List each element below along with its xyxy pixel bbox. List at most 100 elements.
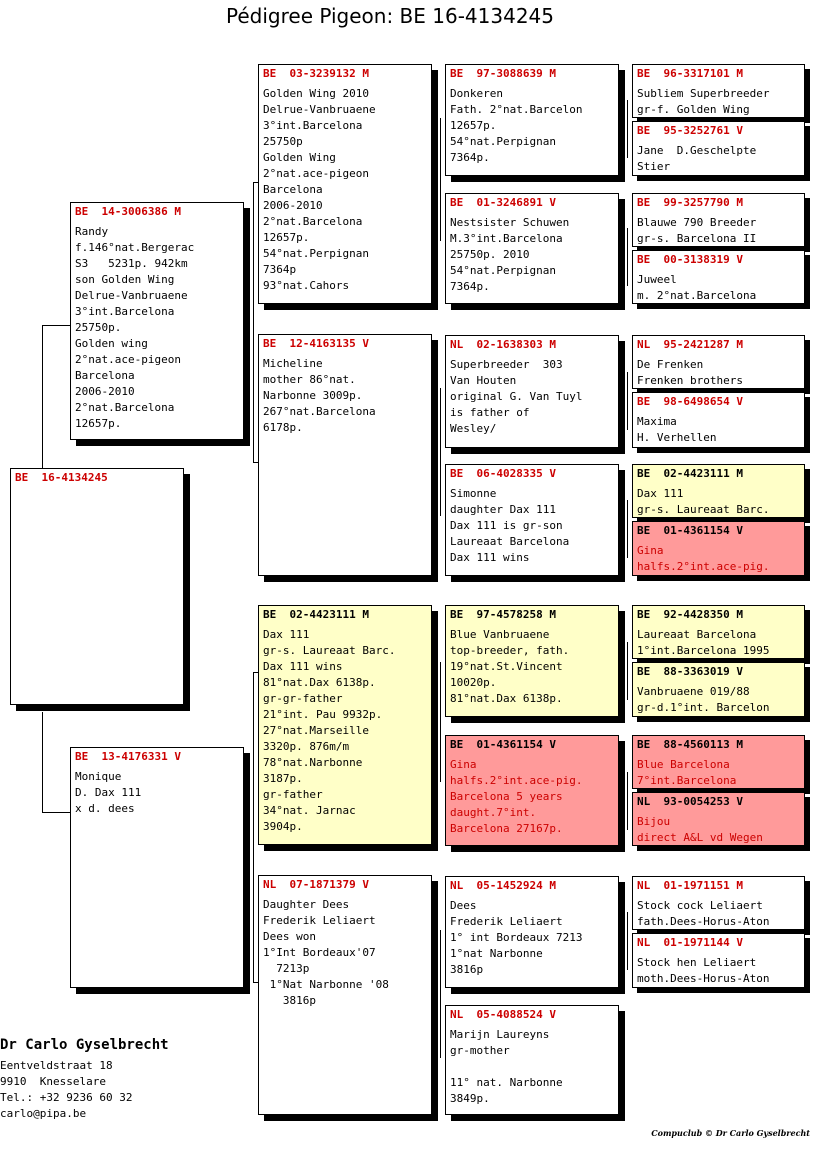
detail-line: Wesley/ — [450, 422, 497, 435]
ancestor-ring: BE 06-4028335 V — [450, 467, 556, 480]
great-ancestor-card: NL 01-1971144 V Stock hen Leliaert moth.D… — [632, 933, 805, 988]
connector-line — [42, 712, 43, 812]
granddam-paternal-details: Micheline mother 86°nat. Narbonne 3009p. 26… — [263, 356, 427, 436]
great-ancestor-details: Stock cock Leliaert fath.Dees-Horus-Aton — [637, 898, 800, 929]
breeder-phone: Tel.: +32 9236 60 32 — [0, 1091, 133, 1104]
detail-line: Dax 111 wins — [450, 551, 530, 564]
detail-line: Blue Barcelona — [637, 758, 730, 771]
great-ancestor-ring: BE 99-3257790 M — [637, 196, 743, 209]
ancestor-ring: BE 01-3246891 V — [450, 196, 556, 209]
great-ancestor-ring: BE 02-4423111 M — [637, 467, 743, 480]
great-ancestor-details: Stock hen Leliaert moth.Dees-Horus-Aton — [637, 955, 800, 987]
granddam-paternal-card: BE 12-4163135 V Micheline mother 86°nat. N… — [258, 334, 432, 576]
detail-line: 34°nat. Jarnac — [263, 804, 356, 817]
great-ancestor-details: Maxima H. Verhellen — [637, 414, 800, 446]
ancestor-details: Gina halfs.2°int.ace-pig. Barcelona 5 year… — [450, 757, 614, 837]
connector-line — [253, 672, 254, 982]
great-ancestor-details: Vanbruaene 019/88 gr-d.1°int. Barcelon — [637, 684, 800, 716]
detail-line: 7364p. — [450, 280, 490, 293]
detail-line: M.3°int.Barcelona — [450, 232, 563, 245]
detail-line: Jane D.Geschelpte — [637, 144, 757, 157]
ancestor-details: Simonne daughter Dax 111 Dax 111 is gr-son… — [450, 486, 614, 566]
detail-line: Randy — [75, 225, 109, 238]
detail-line: moth.Dees-Horus-Aton — [637, 972, 770, 985]
detail-line: 3187p. — [263, 772, 303, 785]
detail-line: 3320p. 876m/m — [263, 740, 350, 753]
ancestor-details: Marijn Laureyns gr-mother 11° nat. Narbon… — [450, 1027, 614, 1107]
great-ancestor-card: BE 01-4361154 V Gina halfs.2°int.ace-pig. — [632, 521, 805, 576]
great-ancestor-card: BE 92-4428350 M Laureaat Barcelona 1°int.… — [632, 605, 805, 659]
great-ancestor-details: Blue Barcelona 7°int.Barcelona — [637, 757, 800, 788]
detail-line: 7364p — [263, 263, 297, 276]
detail-line: gr-d.1°int. Barcelon — [637, 701, 770, 714]
detail-line: 25750p. — [75, 321, 122, 334]
detail-line: Dax 111 wins — [263, 660, 343, 673]
great-ancestor-details: Juweel m. 2°nat.Barcelona — [637, 272, 800, 303]
detail-line: Simonne — [450, 487, 497, 500]
ancestor-card: BE 01-4361154 V Gina halfs.2°int.ace-pig.… — [445, 735, 619, 846]
connector-line — [42, 325, 70, 326]
detail-line: gr-f. Golden Wing — [637, 103, 750, 116]
page-title: Pédigree Pigeon: BE 16-4134245 — [226, 4, 554, 28]
ancestor-details: Superbreeder 303 Van Houten original G. Va… — [450, 357, 614, 437]
detail-line: Bijou — [637, 815, 671, 828]
detail-line: Fath. 2°nat.Barcelon — [450, 103, 583, 116]
detail-line: 3°int.Barcelona — [75, 305, 175, 318]
detail-line: 93°nat.Cahors — [263, 279, 350, 292]
great-ancestor-card: BE 00-3138319 V Juweel m. 2°nat.Barcelona — [632, 250, 805, 304]
connector-line — [627, 500, 628, 558]
breeder-email: carlo@pipa.be — [0, 1107, 87, 1120]
granddam-paternal-ring: BE 12-4163135 V — [263, 337, 369, 350]
detail-line: daught.7°int. — [450, 806, 537, 819]
detail-line: Donkeren — [450, 87, 503, 100]
grandsire-maternal-ring: BE 02-4423111 M — [263, 608, 369, 621]
great-ancestor-card: BE 88-3363019 V Vanbruaene 019/88 gr-d.1°… — [632, 662, 805, 717]
detail-line: 7364p. — [450, 151, 490, 164]
ancestor-ring: NL 02-1638303 M — [450, 338, 556, 351]
breeder-address: Eentveldstraat 18 — [0, 1059, 113, 1072]
detail-line: 6178p. — [263, 421, 303, 434]
detail-line: 54°nat.Perpignan — [450, 135, 556, 148]
great-ancestor-ring: NL 01-1971151 M — [637, 879, 743, 892]
ancestor-details: Dees Frederik Leliaert 1° int Bordeaux 721… — [450, 898, 614, 978]
grandsire-paternal-details: Golden Wing 2010 Delrue-Vanbruaene 3°int.B… — [263, 86, 427, 294]
detail-line: Golden Wing — [263, 151, 336, 164]
granddam-maternal-ring: NL 07-1871379 V — [263, 878, 369, 891]
detail-line: Gina — [450, 758, 477, 771]
detail-line: Gina — [637, 544, 664, 557]
detail-line: halfs.2°int.ace-pig. — [450, 774, 583, 787]
great-ancestor-ring: NL 01-1971144 V — [637, 936, 743, 949]
father-ring: BE 14-3006386 M — [75, 205, 181, 218]
detail-line: Dax 111 is gr-son — [450, 519, 563, 532]
detail-line: 2°nat.ace-pigeon — [263, 167, 369, 180]
great-ancestor-ring: NL 95-2421287 M — [637, 338, 743, 351]
detail-line: f.146°nat.Bergerac — [75, 241, 195, 254]
detail-line: 3816p — [263, 994, 316, 1007]
detail-line: Subliem Superbreeder — [637, 87, 770, 100]
great-ancestor-card: BE 02-4423111 M Dax 111 gr-s. Laureaat Ba… — [632, 464, 805, 518]
ancestor-card: BE 97-3088639 M Donkeren Fath. 2°nat.Barc… — [445, 64, 619, 176]
detail-line: Frederik Leliaert — [263, 914, 376, 927]
detail-line: top-breeder, fath. — [450, 644, 570, 657]
detail-line: 54°nat.Perpignan — [263, 247, 369, 260]
great-ancestor-card: BE 88-4560113 M Blue Barcelona 7°int.Barc… — [632, 735, 805, 789]
connector-line — [627, 372, 628, 430]
granddam-maternal-details: Daughter Dees Frederik Leliaert Dees won 1°… — [263, 897, 427, 1009]
detail-line: Laureaat Barcelona — [637, 628, 757, 641]
connector-line — [440, 118, 441, 241]
detail-line: 12657p. — [75, 417, 122, 430]
detail-line: Blauwe 790 Breeder — [637, 216, 757, 229]
detail-line: 267°nat.Barcelona — [263, 405, 376, 418]
detail-line: mother 86°nat. — [263, 373, 356, 386]
great-ancestor-details: Jane D.Geschelpte Stier — [637, 143, 800, 175]
detail-line: Juweel — [637, 273, 677, 286]
breeder-info: Dr Carlo Gyselbrecht Eentveldstraat 18 9… — [0, 1036, 169, 1122]
detail-line: 10020p. — [450, 676, 497, 689]
detail-line: Blue Vanbruaene — [450, 628, 550, 641]
detail-line: original G. Van Tuyl — [450, 390, 583, 403]
breeder-city: 9910 Knesselare — [0, 1075, 106, 1088]
ancestor-card: NL 05-4088524 V Marijn Laureyns gr-mother… — [445, 1005, 619, 1115]
detail-line: Dax 111 — [637, 487, 684, 500]
connector-line — [627, 912, 628, 970]
connector-line — [42, 325, 43, 468]
